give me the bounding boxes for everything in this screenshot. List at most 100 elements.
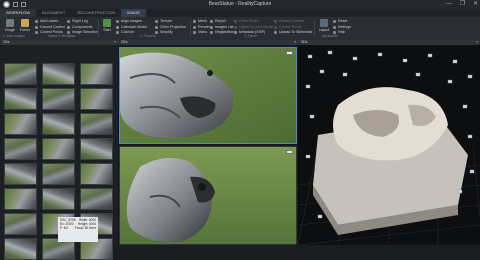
image-thumbnail[interactable] [42, 113, 75, 135]
image-thumbnail[interactable] [80, 88, 113, 110]
texture-icon [155, 20, 158, 24]
tab-image[interactable]: IMAGE [121, 9, 147, 17]
laser-icon [35, 20, 38, 24]
dsm-icon [234, 25, 237, 29]
image-thumbnail[interactable] [4, 113, 37, 135]
minimize-button[interactable]: — [446, 0, 452, 9]
group-label-application: Application [322, 34, 339, 38]
model-3d-viewport [298, 50, 480, 245]
flight-log-icon [67, 20, 70, 24]
ribbon-item-label: Video [198, 30, 208, 34]
model-panel-title: 3Ds [301, 40, 308, 44]
control-points-icon [274, 25, 277, 29]
ribbon-item-label: Colorize [121, 30, 135, 34]
align-icon [116, 20, 119, 24]
close-button[interactable]: ✕ [473, 0, 478, 9]
image-view-bottom[interactable] [119, 146, 297, 245]
layout-label: Layout [318, 28, 330, 32]
add-folder-button[interactable]: Folder [18, 19, 32, 32]
ribbon-video[interactable]: Video [193, 30, 210, 36]
image-thumbnail[interactable] [4, 213, 37, 235]
group-label-import: Import & Metadata [48, 34, 76, 38]
ribbon-item-label: Upload To Sketchfab [279, 30, 313, 34]
upload-icon [274, 31, 277, 35]
maximize-button[interactable]: ❐ [460, 0, 465, 9]
image-thumbnail[interactable] [80, 63, 113, 85]
layout-button[interactable]: Layout [317, 19, 331, 32]
image-thumbnail[interactable] [42, 63, 75, 85]
images-panel [0, 45, 118, 260]
ribbon-item-label: Registration [215, 30, 235, 34]
settings-icon [333, 25, 336, 29]
image-thumbnail[interactable] [4, 238, 37, 260]
colorize-icon [116, 31, 119, 35]
window-title: BearStatue - RealityCapture [208, 1, 272, 7]
report-icon [210, 20, 213, 24]
ribbon: Image Folder Add Lasers Ground Control C… [0, 17, 480, 41]
mesh-icon [193, 20, 196, 24]
image-thumbnail[interactable] [4, 88, 37, 110]
view-panel-title: 2Ds [121, 40, 128, 44]
image-thumbnail[interactable] [4, 63, 37, 85]
start-button[interactable]: Start [100, 19, 114, 32]
image-icon [6, 19, 14, 27]
view-pin-icon[interactable] [286, 150, 293, 154]
layout-icon [320, 19, 328, 27]
image-thumbnail[interactable] [42, 188, 75, 210]
tab-reconstruction[interactable]: RECONSTRUCTION [71, 9, 121, 17]
ribbon-item-label: Help [338, 30, 346, 34]
image-thumbnail[interactable] [80, 113, 113, 135]
ribbon-separator [98, 20, 99, 37]
folder-icon [21, 19, 29, 27]
image-view-top[interactable] [119, 47, 297, 144]
ribbon-item-label: Simplify [160, 30, 173, 34]
ribbon-tabs: WORKFLOW ALIGNMENT RECONSTRUCTION IMAGE [0, 9, 480, 17]
components-icon [67, 25, 70, 29]
image-thumbnail[interactable] [4, 163, 37, 185]
render-icon [193, 25, 196, 29]
image-thumbnail[interactable] [42, 163, 75, 185]
ground-control-icon [35, 25, 38, 29]
start-icon [103, 19, 111, 27]
start-label: Start [103, 28, 111, 32]
tooltip-fstop: F: 8.0 [60, 226, 69, 230]
view-pin-icon[interactable] [286, 51, 293, 55]
ribbon-upload-sketchfab[interactable]: Upload To Sketchfab [274, 30, 312, 36]
ortho-photo-icon [234, 20, 237, 24]
image-view-panel [118, 45, 298, 245]
title-bar: BearStatue - RealityCapture — ❐ ✕ [0, 0, 480, 9]
image-thumbnail[interactable] [42, 88, 75, 110]
tab-workflow[interactable]: WORKFLOW [0, 9, 36, 17]
model-3d-panel[interactable] [298, 45, 480, 245]
ribbon-separator [314, 20, 315, 37]
ground-control-icon [274, 20, 277, 24]
add-image-button[interactable]: Image [3, 19, 17, 32]
tooltip-focal: Focal: 35.0mm [74, 226, 96, 230]
ortho-icon [155, 25, 158, 29]
ribbon-item-label: Image Selection [72, 30, 98, 34]
add-folder-label: Folder [20, 28, 30, 32]
bear-photo-top [120, 48, 296, 143]
reset-icon [333, 20, 336, 24]
bear-photo-bottom [120, 147, 296, 244]
registration-icon [210, 31, 213, 35]
image-thumbnail[interactable] [42, 138, 75, 160]
image-thumbnail[interactable] [80, 163, 113, 185]
image-thumbnail[interactable] [4, 188, 37, 210]
image-thumbnail[interactable] [4, 138, 37, 160]
xmp-icon [234, 31, 237, 35]
control-points-icon [35, 31, 38, 35]
ribbon-separator [190, 20, 191, 37]
image-thumbnail[interactable] [80, 138, 113, 160]
tab-alignment[interactable]: ALIGNMENT [36, 9, 71, 17]
video-icon [193, 31, 196, 35]
image-info-tooltip: DSC_8755 Width: 6000 Ex: 1/400 Height: 400… [58, 217, 98, 242]
image-thumbnail[interactable] [80, 188, 113, 210]
group-label-export: 3. Export [244, 34, 258, 38]
images-list-icon [210, 25, 213, 29]
ribbon-simplify[interactable]: Simplify [155, 30, 186, 36]
images-panel-title: 1Ds [3, 40, 10, 44]
calculate-icon [116, 25, 119, 29]
ribbon-registration[interactable]: Registration [210, 30, 234, 36]
group-label-process: 2. Process [140, 34, 156, 38]
